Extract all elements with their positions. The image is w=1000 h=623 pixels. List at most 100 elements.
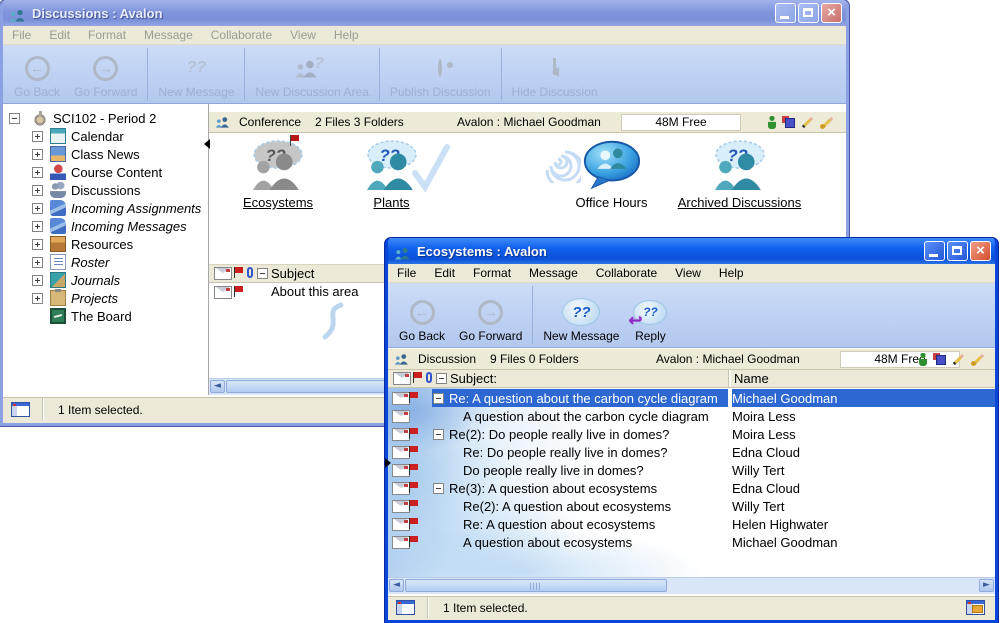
message-subject: Re: A question about ecosystems	[463, 517, 655, 532]
toolbar-new-message[interactable]: ??New Message	[151, 45, 241, 103]
menu-collaborate[interactable]: Collaborate	[587, 266, 666, 280]
conference-item-plants[interactable]: ??Plants	[344, 139, 439, 210]
window1-titlebar[interactable]: Discussions : Avalon	[3, 0, 846, 26]
menu-collaborate[interactable]: Collaborate	[202, 28, 281, 42]
message-author: Edna Cloud	[732, 445, 800, 460]
tree-item-journals[interactable]: Journals	[3, 271, 208, 289]
tree-item-the-board[interactable]: The Board	[3, 307, 208, 325]
menu-file[interactable]: File	[388, 266, 425, 280]
message-name-cell: Willy Tert	[732, 461, 995, 479]
flag-icon	[233, 286, 244, 298]
conference-item-ecosystems[interactable]: ??Ecosystems	[223, 139, 333, 210]
pencil-key-icon[interactable]	[820, 116, 834, 129]
tree-expand-box[interactable]	[32, 185, 43, 196]
pane-toggle-icon[interactable]	[396, 600, 415, 615]
message-author: Moira Less	[732, 427, 796, 442]
message-list-header[interactable]: Subject: Name	[388, 370, 995, 388]
message-row[interactable]: Re(3): A question about ecosystemsEdna C…	[388, 479, 995, 497]
message-row[interactable]: Re: A question about the carbon cycle di…	[388, 389, 995, 407]
menu-view[interactable]: View	[666, 266, 710, 280]
tree-expand-box[interactable]	[32, 239, 43, 250]
tree-item-class-news[interactable]: Class News	[3, 145, 208, 163]
toolbar-hide-discussion[interactable]: Hide Discussion	[505, 45, 605, 103]
message-row[interactable]: Do people really live in domes?Willy Ter…	[388, 461, 995, 479]
message-row[interactable]: A question about ecosystemsMichael Goodm…	[388, 533, 995, 551]
thread-collapse-box[interactable]	[433, 483, 444, 494]
menu-edit[interactable]: Edit	[40, 28, 79, 42]
toolbar-go-forward[interactable]: →Go Forward	[452, 283, 529, 347]
toolbar-go-forward[interactable]: →Go Forward	[67, 45, 144, 103]
collapse-all-box[interactable]	[257, 268, 268, 279]
tree-item-discussions[interactable]: Discussions	[3, 181, 208, 199]
menu-message[interactable]: Message	[520, 266, 587, 280]
layers-icon[interactable]	[782, 116, 795, 128]
menu-help[interactable]: Help	[710, 266, 753, 280]
maximize-button[interactable]	[947, 241, 968, 261]
minimize-button[interactable]	[924, 241, 945, 261]
menu-format[interactable]: Format	[464, 266, 520, 280]
message-list-hscrollbar[interactable]: ◄ ►	[388, 577, 995, 594]
tree-item-sci102-period-2[interactable]: SCI102 - Period 2	[3, 109, 208, 127]
view-toggle-icon[interactable]	[966, 600, 985, 615]
tree-expand-box[interactable]	[32, 149, 43, 160]
tree-expand-box[interactable]	[32, 293, 43, 304]
message-row[interactable]: Re: Do people really live in domes?Edna …	[388, 443, 995, 461]
scroll-left-arrow[interactable]: ◄	[389, 579, 404, 592]
column-divider[interactable]	[728, 370, 731, 387]
scroll-thumb[interactable]	[405, 579, 667, 592]
close-button[interactable]	[970, 241, 991, 261]
close-button[interactable]	[821, 3, 842, 23]
layers-icon[interactable]	[933, 353, 946, 365]
toolbar-go-back[interactable]: ←Go Back	[7, 45, 67, 103]
message-author: Willy Tert	[732, 463, 784, 478]
tree-expand-box[interactable]	[32, 275, 43, 286]
scroll-left-arrow[interactable]: ◄	[210, 380, 225, 393]
pencil-icon[interactable]	[801, 116, 814, 129]
maximize-button[interactable]	[798, 3, 819, 23]
splitter-collapse-arrow-icon[interactable]	[199, 139, 210, 149]
discussions-icon	[50, 182, 66, 198]
menu-view[interactable]: View	[281, 28, 325, 42]
conference-item-office-hours[interactable]: Office Hours	[554, 139, 669, 210]
message-row[interactable]: A question about the carbon cycle diagra…	[388, 407, 995, 425]
menu-format[interactable]: Format	[79, 28, 135, 42]
tree-item-incoming-assignments[interactable]: Incoming Assignments	[3, 199, 208, 217]
tree-item-resources[interactable]: Resources	[3, 235, 208, 253]
tree-expand-box[interactable]	[32, 221, 43, 232]
tree-item-course-content[interactable]: Course Content	[3, 163, 208, 181]
toolbar-go-back[interactable]: ←Go Back	[392, 283, 452, 347]
message-row[interactable]: Re(2): A question about ecosystemsWilly …	[388, 497, 995, 515]
tree-expand-box[interactable]	[32, 203, 43, 214]
pane-toggle-icon[interactable]	[11, 402, 30, 417]
menu-edit[interactable]: Edit	[425, 266, 464, 280]
tree-item-roster[interactable]: Roster	[3, 253, 208, 271]
menu-help[interactable]: Help	[325, 28, 368, 42]
menu-file[interactable]: File	[3, 28, 40, 42]
pencil-key-icon[interactable]	[971, 353, 985, 366]
window2-titlebar[interactable]: Ecosystems : Avalon	[388, 238, 995, 264]
toolbar-reply[interactable]: ??↩Reply	[626, 283, 674, 347]
tree-collapse-box[interactable]	[9, 113, 20, 124]
tree-expand-box[interactable]	[32, 167, 43, 178]
green-user-icon[interactable]	[768, 116, 776, 129]
tree-item-projects[interactable]: Projects	[3, 289, 208, 307]
message-row[interactable]: Re(2): Do people really live in domes?Mo…	[388, 425, 995, 443]
green-user-icon[interactable]	[919, 353, 927, 366]
flag-icon	[408, 518, 419, 530]
minimize-button[interactable]	[775, 3, 796, 23]
tree-expand-box[interactable]	[32, 257, 43, 268]
tree-item-incoming-messages[interactable]: Incoming Messages	[3, 217, 208, 235]
pencil-icon[interactable]	[952, 353, 965, 366]
toolbar-new-message[interactable]: ??New Message	[536, 283, 626, 347]
thread-collapse-box[interactable]	[433, 429, 444, 440]
menu-message[interactable]: Message	[135, 28, 202, 42]
tree-expand-box[interactable]	[32, 131, 43, 142]
toolbar-publish-discussion[interactable]: Publish Discussion	[383, 45, 498, 103]
scroll-right-arrow[interactable]: ►	[979, 579, 994, 592]
message-row[interactable]: Re: A question about ecosystemsHelen Hig…	[388, 515, 995, 533]
thread-collapse-box[interactable]	[433, 393, 444, 404]
conference-item-archived-discussions[interactable]: ??Archived Discussions	[657, 139, 822, 210]
tree-item-calendar[interactable]: Calendar	[3, 127, 208, 145]
toolbar-new-discussion-area[interactable]: ?New Discussion Area	[248, 45, 375, 103]
collapse-all-box[interactable]	[436, 373, 447, 384]
